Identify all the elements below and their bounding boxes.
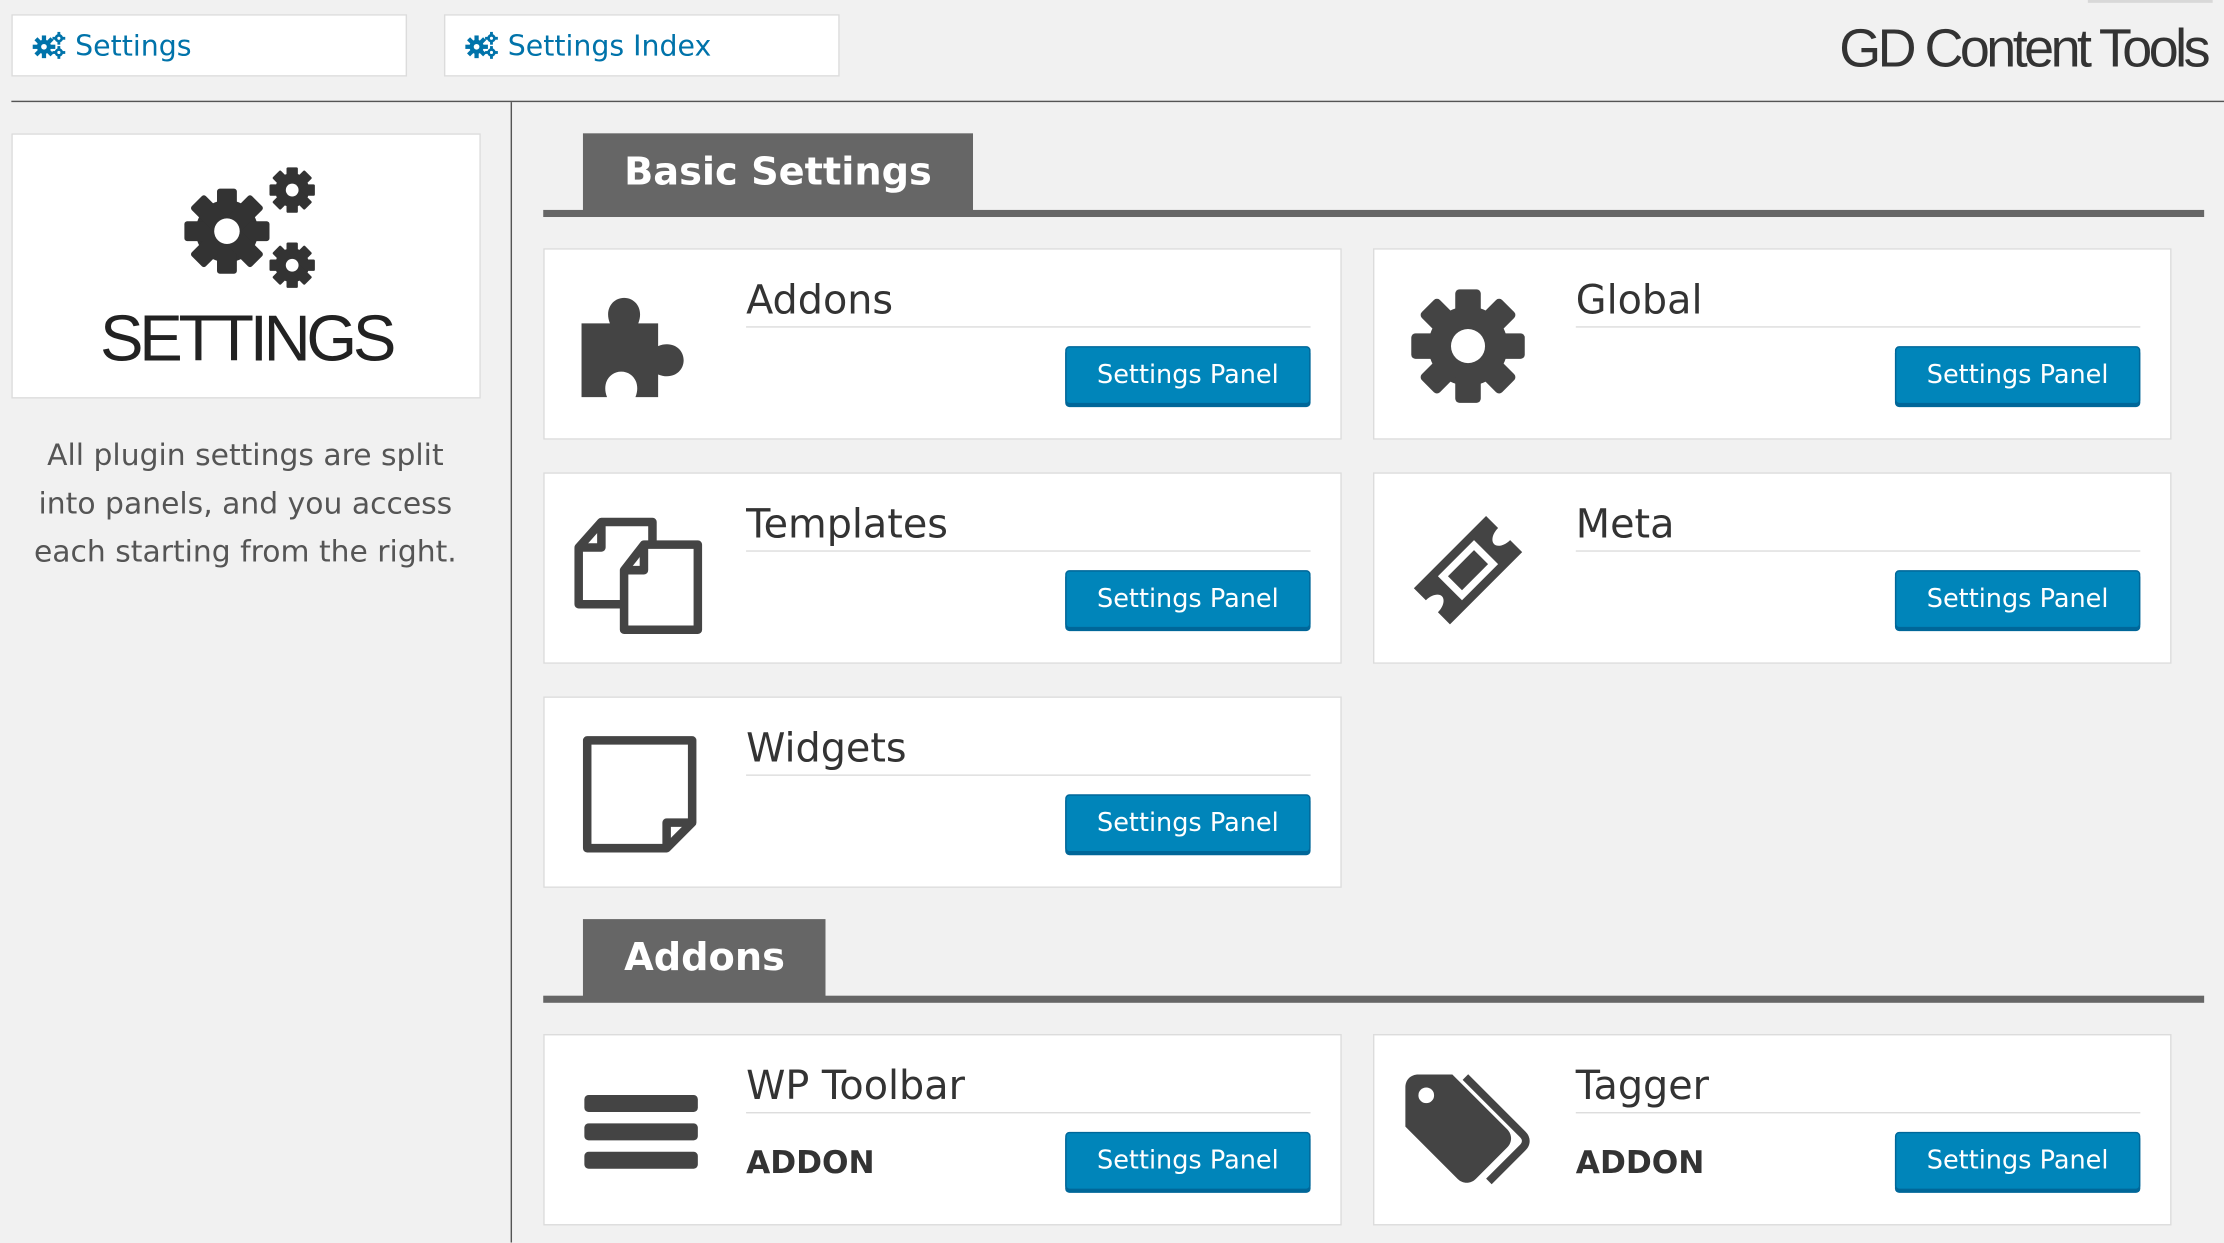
cogs-icon <box>465 31 499 59</box>
settings-gears-icon <box>184 167 315 288</box>
cogs-icon <box>32 31 67 59</box>
sidebar-card: SETTINGS <box>11 133 481 399</box>
panel-card-widgets: Widgets Settings Panel <box>543 696 1342 888</box>
brand-logo: GD Content Tools <box>1839 19 2210 80</box>
gear-icon <box>1403 281 1533 411</box>
panel-card-templates: Templates Settings Panel <box>543 472 1342 664</box>
section-tab-basic-settings: Basic Settings <box>582 133 973 212</box>
settings-panel-button[interactable]: Settings Panel <box>1894 1131 2141 1191</box>
sidebar-title: SETTINGS <box>99 300 396 375</box>
puzzle-icon <box>573 281 703 411</box>
panel-title: WP Toolbar <box>746 1061 1311 1114</box>
section-title: Basic Settings <box>624 150 932 195</box>
panel-card-global: Global Settings Panel <box>1372 248 2172 440</box>
tab-settings-index-label: Settings Index <box>507 28 712 63</box>
panel-title: Widgets <box>746 723 1311 776</box>
section-divider <box>543 209 2205 218</box>
tags-icon <box>1403 1067 1533 1197</box>
panel-title: Global <box>1575 275 2141 328</box>
panel-title: Templates <box>746 499 1311 552</box>
settings-panel-button[interactable]: Settings Panel <box>1065 346 1311 405</box>
addon-badge: ADDON <box>746 1146 875 1182</box>
panel-card-tagger: Tagger ADDON Settings Panel <box>1372 1033 2172 1226</box>
tab-settings-label: Settings <box>75 28 192 63</box>
ticket-icon <box>1403 505 1533 635</box>
sidebar-description: All plugin settings are split into panel… <box>33 438 457 569</box>
settings-panel-button[interactable]: Settings Panel <box>1065 1131 1311 1191</box>
tab-settings-index[interactable]: Settings Index <box>443 14 840 77</box>
panel-title: Meta <box>1575 499 2141 552</box>
bars-icon <box>573 1067 703 1197</box>
copy-files-icon <box>573 505 703 635</box>
panel-card-addons: Addons Settings Panel <box>543 248 1342 440</box>
panel-card-meta: Meta Settings Panel <box>1372 472 2172 664</box>
page: Settings Settings Index GD Content Tools… <box>0 0 2224 1243</box>
section-divider <box>543 995 2205 1003</box>
panel-title: Addons <box>746 275 1311 328</box>
tab-settings[interactable]: Settings <box>11 14 408 77</box>
settings-panel-button[interactable]: Settings Panel <box>1894 346 2141 405</box>
header-divider <box>11 100 2224 103</box>
settings-panel-button[interactable]: Settings Panel <box>1065 794 1311 853</box>
section-title: Addons <box>624 936 785 981</box>
section-tab-addons: Addons <box>582 919 827 998</box>
panel-card-wp-toolbar: WP Toolbar ADDON Settings Panel <box>543 1033 1342 1226</box>
top-strip <box>2087 0 2213 3</box>
settings-panel-button[interactable]: Settings Panel <box>1065 570 1311 629</box>
settings-panel-button[interactable]: Settings Panel <box>1894 570 2141 629</box>
sidebar-divider <box>510 102 513 1243</box>
panel-title: Tagger <box>1575 1061 2141 1114</box>
addon-badge: ADDON <box>1575 1146 1705 1182</box>
sticky-note-icon <box>573 729 703 859</box>
